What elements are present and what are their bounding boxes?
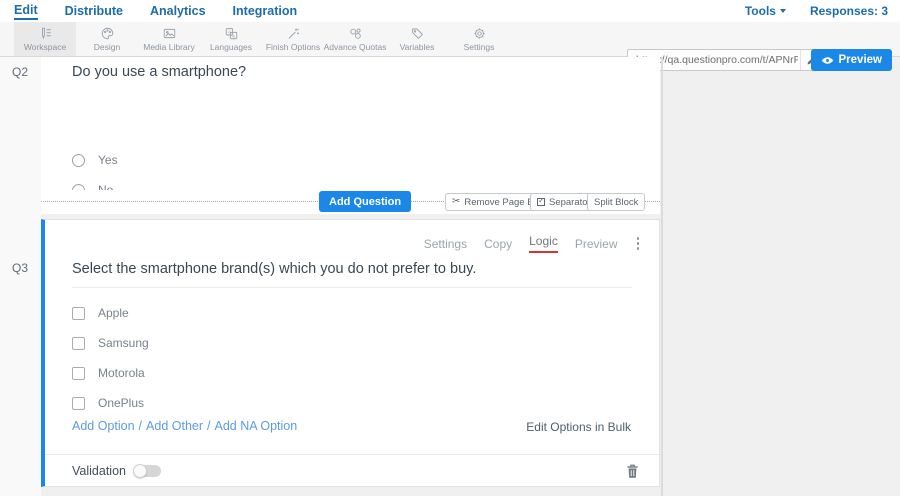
add-other-link[interactable]: Add Other <box>146 419 203 433</box>
tools-label: Tools <box>745 4 776 18</box>
footer-divider <box>45 454 659 455</box>
scrollbar[interactable] <box>661 57 663 496</box>
toggle-knob <box>133 464 147 478</box>
q2-number-label: Q2 <box>12 65 28 79</box>
q2-option-yes[interactable]: Yes <box>72 153 118 167</box>
q3-option-oneplus[interactable]: OnePlus <box>72 396 144 410</box>
split-block-button[interactable]: Split Block <box>587 193 645 211</box>
option-links-row: Add Option / Add Other / Add NA Option <box>72 419 297 433</box>
question-number-gutter <box>0 57 41 496</box>
media-library-icon <box>162 26 177 41</box>
checkbox[interactable] <box>72 337 85 350</box>
validation-row: Validation <box>72 464 161 478</box>
q3-number-label: Q3 <box>12 261 28 275</box>
tab-preview[interactable]: Preview <box>575 237 618 251</box>
toolbar-item-advance-quotas[interactable]: Advance Quotas <box>324 22 386 56</box>
editor-toolbar: Workspace Design Media Library Aa Langua… <box>0 22 900 57</box>
variables-icon <box>410 26 425 41</box>
q3-option-motorola[interactable]: Motorola <box>72 366 145 380</box>
edit-options-in-bulk-link[interactable]: Edit Options in Bulk <box>526 420 631 434</box>
preview-button[interactable]: Preview <box>811 49 892 71</box>
toolbar-item-settings[interactable]: Settings <box>448 22 510 56</box>
checkbox[interactable] <box>72 397 85 410</box>
design-icon <box>100 26 115 41</box>
add-question-button[interactable]: Add Question <box>319 191 411 212</box>
q3-option-apple[interactable]: Apple <box>72 306 129 320</box>
languages-icon: Aa <box>224 26 239 41</box>
caret-down-icon <box>780 9 786 13</box>
settings-icon <box>472 26 487 41</box>
finish-options-icon <box>286 26 301 41</box>
q2-question-text[interactable]: Do you use a smartphone? <box>72 64 246 80</box>
toolbar-item-workspace[interactable]: Workspace <box>14 22 76 56</box>
svg-text:A: A <box>228 30 231 35</box>
delete-question-button[interactable] <box>626 463 639 482</box>
scissors-icon: ✂ <box>452 197 460 207</box>
checkbox-check-icon <box>537 198 545 206</box>
toolbar-item-languages[interactable]: Aa Languages <box>200 22 262 56</box>
nav-tab-edit[interactable]: Edit <box>14 3 38 20</box>
trash-icon <box>626 463 639 479</box>
q3-action-tabs: Settings Copy Logic Preview <box>424 234 641 253</box>
kebab-menu-icon[interactable] <box>635 235 642 252</box>
radio-button[interactable] <box>72 154 85 167</box>
tab-settings[interactable]: Settings <box>424 237 467 251</box>
workspace-icon <box>38 26 53 41</box>
add-option-link[interactable]: Add Option <box>72 419 135 433</box>
question-card-q2: Do you use a smartphone? Yes No <box>41 57 660 211</box>
responses-link[interactable]: Responses: 3 <box>810 4 888 18</box>
survey-editor-screen: Edit Distribute Analytics Integration To… <box>0 0 900 496</box>
link-separator: / <box>139 419 142 433</box>
nav-tab-integration[interactable]: Integration <box>233 4 298 18</box>
top-nav: Edit Distribute Analytics Integration To… <box>0 0 900 22</box>
checkbox[interactable] <box>72 307 85 320</box>
tab-logic[interactable]: Logic <box>529 234 558 253</box>
tab-copy[interactable]: Copy <box>484 237 512 251</box>
toolbar-item-finish-options[interactable]: Finish Options <box>262 22 324 56</box>
validation-toggle[interactable] <box>134 465 161 477</box>
q3-question-text[interactable]: Select the smartphone brand(s) which you… <box>72 261 632 288</box>
q3-option-samsung[interactable]: Samsung <box>72 336 149 350</box>
nav-tab-distribute[interactable]: Distribute <box>65 4 123 18</box>
add-na-option-link[interactable]: Add NA Option <box>215 419 298 433</box>
preview-label: Preview <box>839 54 882 66</box>
link-separator: / <box>207 419 210 433</box>
toolbar-item-variables[interactable]: Variables <box>386 22 448 56</box>
nav-tab-analytics[interactable]: Analytics <box>150 4 206 18</box>
tools-menu[interactable]: Tools <box>745 4 786 18</box>
nav-right-group: Tools Responses: 3 <box>745 4 900 18</box>
checkbox[interactable] <box>72 367 85 380</box>
page-break-row: Add Question ✂ Remove Page Break Separat… <box>41 190 660 214</box>
question-card-q3: Settings Copy Logic Preview Select the s… <box>41 219 660 487</box>
advance-quotas-icon <box>348 26 363 41</box>
validation-label: Validation <box>72 464 126 478</box>
toolbar-item-media-library[interactable]: Media Library <box>138 22 200 56</box>
svg-text:a: a <box>232 33 235 38</box>
eye-icon <box>821 56 834 65</box>
toolbar-item-design[interactable]: Design <box>76 22 138 56</box>
